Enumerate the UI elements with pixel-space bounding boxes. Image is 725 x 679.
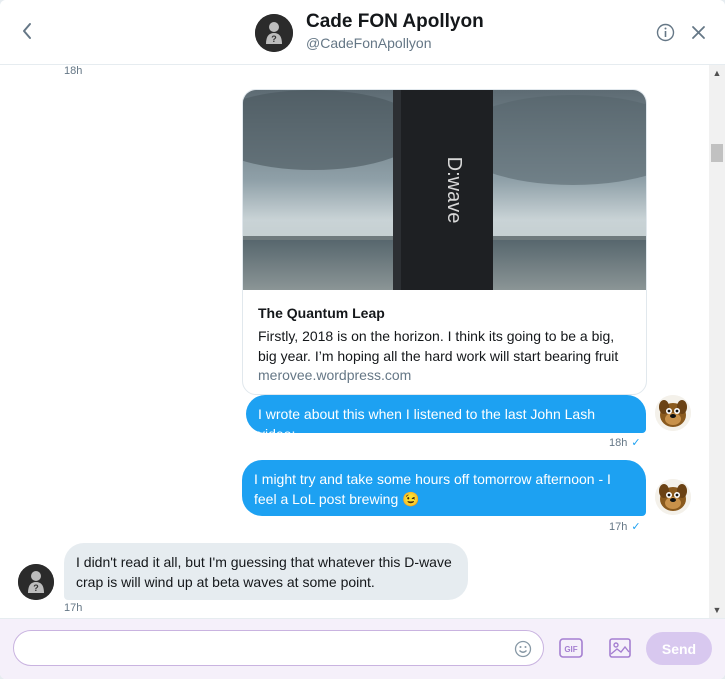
emoji-icon	[514, 640, 532, 658]
message-list[interactable]: 18h D:wave The Quantum Leap Firstly, 201…	[0, 65, 709, 618]
message-timestamp: 18h ✓	[609, 437, 641, 449]
message-timestamp: 17h	[64, 602, 83, 614]
close-icon	[692, 26, 705, 39]
card-image[interactable]: D:wave	[243, 90, 646, 290]
card-description: Firstly, 2018 is on the horizon. I think…	[258, 328, 619, 364]
info-icon	[656, 23, 675, 42]
back-arrow-icon	[23, 23, 31, 39]
link-preview-card[interactable]: D:wave The Quantum Leap Firstly, 2018 is…	[242, 89, 647, 395]
scroll-thumb[interactable]	[711, 144, 723, 162]
scroll-down-arrow-icon[interactable]: ▼	[709, 602, 725, 618]
message-timestamp: 17h ✓	[609, 521, 641, 533]
own-avatar[interactable]	[655, 479, 691, 515]
media-icon	[609, 638, 631, 658]
message-timestamp: 18h	[64, 65, 83, 77]
read-receipt-icon: ✓	[631, 521, 641, 533]
svg-text:?: ?	[271, 34, 277, 44]
back-button[interactable]	[14, 18, 40, 44]
contact-name[interactable]: Cade FON Apollyon	[306, 11, 484, 33]
conversation-header: ? Cade FON Apollyon @CadeFonApollyon	[0, 0, 725, 65]
svg-text:GIF: GIF	[564, 645, 577, 654]
dog-avatar-icon	[655, 395, 691, 431]
outgoing-message-bubble[interactable]: I might try and take some hours off tomo…	[242, 460, 646, 516]
message-list-scrollbar[interactable]: ▲ ▼	[709, 65, 725, 618]
card-image-logo: D:wave	[443, 157, 465, 224]
contact-handle[interactable]: @CadeFonApollyon	[306, 35, 432, 51]
scroll-up-arrow-icon[interactable]: ▲	[709, 65, 725, 81]
message-input[interactable]	[13, 630, 544, 666]
read-receipt-icon: ✓	[631, 437, 641, 449]
gif-button[interactable]: GIF	[559, 638, 583, 658]
dog-avatar-icon	[655, 479, 691, 515]
gif-icon: GIF	[559, 638, 583, 658]
own-avatar[interactable]	[655, 395, 691, 431]
dm-window: ? Cade FON Apollyon @CadeFonApollyon 18h	[0, 0, 725, 679]
card-title[interactable]: The Quantum Leap	[258, 305, 385, 321]
contact-avatar[interactable]: ?	[18, 564, 54, 600]
emoji-button[interactable]	[514, 640, 532, 658]
avatar-figure-icon: ?	[255, 14, 293, 52]
svg-text:?: ?	[33, 583, 39, 593]
message-composer: GIF Send	[0, 618, 725, 679]
outgoing-message-bubble[interactable]: I wrote about this when I listened to th…	[246, 395, 646, 442]
card-domain[interactable]: merovee.wordpress.com	[258, 367, 411, 383]
info-button[interactable]	[656, 23, 675, 42]
send-button[interactable]: Send	[646, 632, 712, 665]
close-button[interactable]	[689, 23, 708, 42]
header-avatar[interactable]: ?	[255, 14, 293, 52]
incoming-message-bubble[interactable]: I didn't read it all, but I'm guessing t…	[64, 543, 468, 600]
media-button[interactable]	[609, 638, 631, 658]
avatar-figure-icon: ?	[18, 564, 54, 600]
